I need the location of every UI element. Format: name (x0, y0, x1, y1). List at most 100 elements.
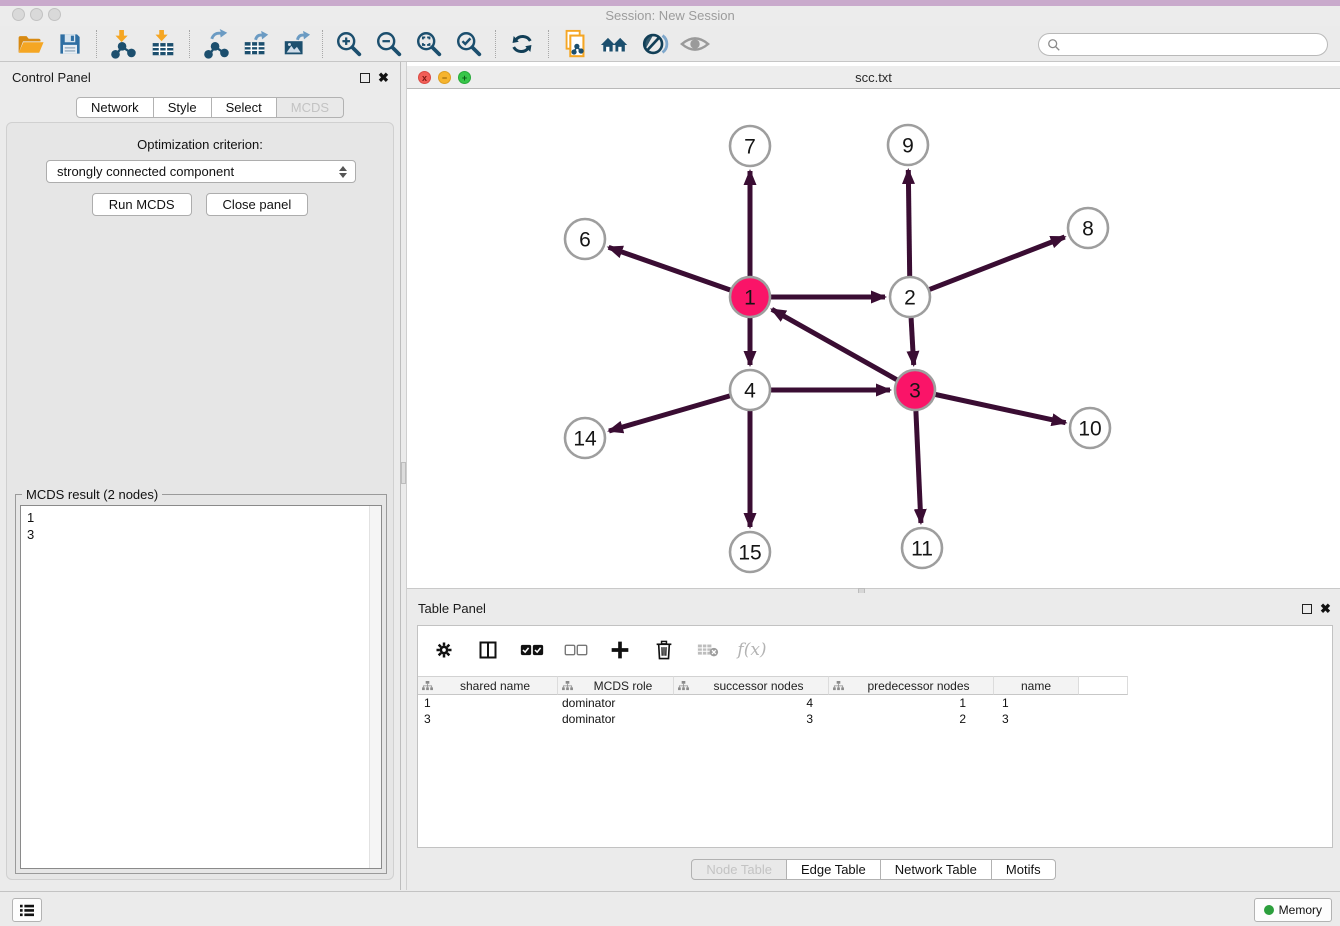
table-row[interactable]: 1dominator411 (418, 695, 1332, 711)
column-header-shared-name[interactable]: shared name (418, 676, 558, 695)
network-minimize-icon[interactable]: − (438, 71, 451, 84)
export-network-icon[interactable] (196, 28, 236, 60)
graph-node-2[interactable]: 2 (890, 277, 930, 317)
graph-edge-2-9[interactable] (908, 170, 909, 276)
graph-node-6[interactable]: 6 (565, 219, 605, 259)
svg-text:8: 8 (1082, 218, 1094, 241)
import-table-icon[interactable] (143, 28, 183, 60)
graph-node-7[interactable]: 7 (730, 126, 770, 166)
graph-edge-4-14[interactable] (609, 396, 730, 431)
close-panel-button[interactable]: Close panel (206, 193, 309, 216)
graph-node-10[interactable]: 10 (1070, 408, 1110, 448)
splitter-handle[interactable] (401, 462, 406, 484)
app-title: Session: New Session (0, 6, 1340, 26)
export-image-icon[interactable] (276, 28, 316, 60)
zoom-in-icon[interactable] (329, 28, 369, 60)
graph-node-3[interactable]: 3 (895, 370, 935, 410)
tab-node-table[interactable]: Node Table (691, 859, 787, 880)
network-graph: 7 9 6 8 1 2 4 3 14 10 15 11 (407, 89, 1340, 588)
graph-edge-3-11[interactable] (916, 411, 921, 523)
close-traffic-light[interactable] (12, 8, 25, 21)
toolbar-separator (548, 30, 549, 58)
table-cell: 3 (994, 711, 1079, 727)
toolbar-separator (495, 30, 496, 58)
tab-network-table[interactable]: Network Table (881, 859, 992, 880)
window-titlebar: Session: New Session (0, 6, 1340, 26)
select-all-icon[interactable] (520, 638, 544, 662)
graph-node-11[interactable]: 11 (902, 528, 942, 568)
network-maximize-icon[interactable]: + (458, 71, 471, 84)
control-panel-title: Control Panel (12, 70, 91, 85)
zoom-out-icon[interactable] (369, 28, 409, 60)
graph-edge-3-1[interactable] (772, 309, 897, 379)
table-cell: 1 (418, 695, 558, 711)
control-panel: Control Panel ✖ NetworkStyleSelectMCDS O… (0, 62, 400, 890)
tab-motifs[interactable]: Motifs (992, 859, 1056, 880)
zoom-fit-icon[interactable] (409, 28, 449, 60)
refresh-icon[interactable] (502, 28, 542, 60)
column-sort-icon (562, 681, 573, 691)
split-view-icon[interactable] (476, 638, 500, 662)
zoom-selected-icon[interactable] (449, 28, 489, 60)
open-session-icon[interactable] (10, 28, 50, 60)
node-table-container: f(x) shared nameMCDS rolesuccessor nodes… (417, 625, 1333, 848)
graph-edge-3-10[interactable] (936, 395, 1066, 423)
table-close-icon[interactable]: ✖ (1320, 601, 1331, 617)
svg-text:7: 7 (744, 136, 756, 159)
first-neighbors-icon[interactable] (595, 28, 635, 60)
graph-edge-2-8[interactable] (930, 237, 1065, 289)
tab-style[interactable]: Style (154, 97, 212, 118)
search-field[interactable] (1038, 33, 1328, 56)
svg-text:1: 1 (744, 287, 756, 310)
add-row-icon[interactable] (608, 638, 632, 662)
svg-text:11: 11 (911, 538, 933, 561)
column-header-predecessor-nodes[interactable]: predecessor nodes (829, 676, 994, 695)
svg-text:3: 3 (909, 380, 921, 403)
task-history-button[interactable] (12, 898, 42, 922)
close-panel-icon[interactable]: ✖ (378, 70, 389, 86)
status-bar: Memory (0, 891, 1340, 926)
table-row[interactable]: 3dominator323 (418, 711, 1332, 727)
search-input[interactable] (1066, 38, 1306, 52)
dropdown-value: strongly connected component (57, 164, 234, 179)
column-header-name[interactable]: name (994, 676, 1079, 695)
graph-node-15[interactable]: 15 (730, 532, 770, 572)
task-list-icon (19, 903, 35, 917)
show-all-icon[interactable] (675, 28, 715, 60)
graph-node-14[interactable]: 14 (565, 418, 605, 458)
tab-mcds[interactable]: MCDS (277, 97, 344, 118)
tab-network[interactable]: Network (76, 97, 154, 118)
maximize-traffic-light[interactable] (48, 8, 61, 21)
export-table-icon[interactable] (236, 28, 276, 60)
float-panel-icon[interactable] (360, 73, 370, 83)
graph-edge-2-3[interactable] (911, 318, 914, 365)
svg-text:9: 9 (902, 135, 914, 158)
save-session-icon[interactable] (50, 28, 90, 60)
graph-node-9[interactable]: 9 (888, 125, 928, 165)
tab-select[interactable]: Select (212, 97, 277, 118)
table-cell: dominator (558, 711, 674, 727)
tab-edge-table[interactable]: Edge Table (787, 859, 881, 880)
table-float-icon[interactable] (1302, 604, 1312, 614)
graph-node-1[interactable]: 1 (730, 277, 770, 317)
memory-button[interactable]: Memory (1254, 898, 1332, 922)
delete-row-icon[interactable] (652, 638, 676, 662)
mcds-result-group: MCDS result (2 nodes) 13 (15, 494, 387, 874)
column-header-MCDS-role[interactable]: MCDS role (558, 676, 674, 695)
hide-selected-icon[interactable] (635, 28, 675, 60)
optimization-criterion-dropdown[interactable]: strongly connected component (46, 160, 356, 183)
column-header-successor-nodes[interactable]: successor nodes (674, 676, 829, 695)
graph-node-4[interactable]: 4 (730, 370, 770, 410)
clone-network-icon[interactable] (555, 28, 595, 60)
deselect-all-icon[interactable] (564, 638, 588, 662)
run-mcds-button[interactable]: Run MCDS (92, 193, 192, 216)
graph-node-8[interactable]: 8 (1068, 208, 1108, 248)
graph-edge-1-6[interactable] (609, 247, 731, 290)
import-network-icon[interactable] (103, 28, 143, 60)
result-scrollbar[interactable] (369, 506, 381, 868)
network-close-icon[interactable]: x (418, 71, 431, 84)
panel-splitter[interactable] (400, 62, 407, 890)
network-window-titlebar: x − + scc.txt (407, 66, 1340, 89)
gear-icon[interactable] (432, 638, 456, 662)
minimize-traffic-light[interactable] (30, 8, 43, 21)
